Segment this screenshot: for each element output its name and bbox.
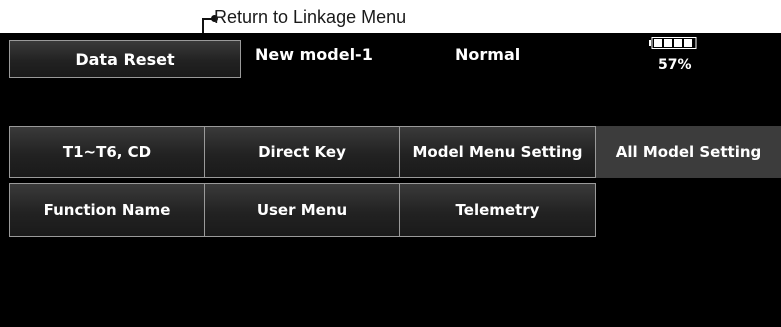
condition-name: Normal — [455, 45, 521, 64]
battery-percent: 57% — [658, 57, 692, 73]
battery-icon — [649, 37, 697, 49]
menu-function-name[interactable]: Function Name — [9, 183, 205, 237]
transmitter-screen: Data Reset New model-1 Normal 57% T1~T6,… — [0, 33, 781, 327]
model-name: New model-1 — [255, 45, 373, 64]
menu-telemetry[interactable]: Telemetry — [399, 183, 596, 237]
menu-all-model-setting[interactable]: All Model Setting — [596, 126, 781, 178]
menu-t1-t6-cd[interactable]: T1~T6, CD — [9, 126, 205, 178]
menu-model-menu-setting[interactable]: Model Menu Setting — [399, 126, 596, 178]
menu-user-menu[interactable]: User Menu — [204, 183, 400, 237]
callout-return-to-linkage: Return to Linkage Menu — [214, 7, 407, 27]
data-reset-button[interactable]: Data Reset — [9, 40, 241, 78]
menu-direct-key[interactable]: Direct Key — [204, 126, 400, 178]
